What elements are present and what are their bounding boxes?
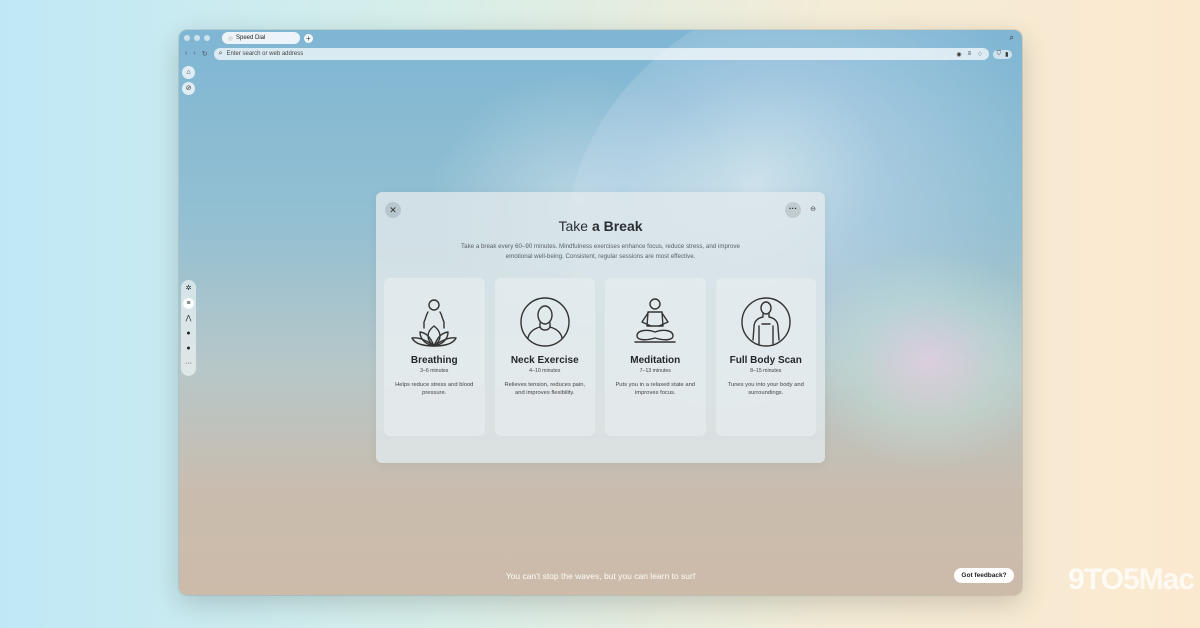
exercise-card-full-body-scan[interactable]: Full Body Scan 8–15 minutes Tunes you in…	[715, 278, 816, 436]
exercise-description: Helps reduce stress and blood pressure.	[395, 382, 474, 396]
close-window-button[interactable]	[184, 35, 190, 41]
compass-icon[interactable]: ⊘	[182, 82, 195, 95]
exercise-duration: 8–15 minutes	[750, 368, 782, 374]
tab-speed-dial[interactable]: Speed Dial	[222, 32, 300, 44]
more-panels-icon[interactable]: ···	[183, 358, 194, 369]
back-icon[interactable]: ‹	[185, 50, 187, 58]
exercise-title: Breathing	[410, 355, 458, 366]
neck-figure-icon	[520, 297, 570, 347]
footer-quote: You can't stop the waves, but you can le…	[505, 571, 696, 581]
shield-icon[interactable]: ⛉	[997, 51, 1002, 58]
take-a-break-panel: ✕ ··· ⊖ Take a Break Take a break every …	[376, 192, 825, 463]
window-controls[interactable]	[184, 35, 210, 41]
lotus-figure-icon	[411, 299, 457, 347]
vivaldi-icon[interactable]: ⋀	[183, 313, 194, 324]
reload-icon[interactable]: ↻	[202, 50, 208, 58]
watermark: 9TO5Mac	[1068, 563, 1195, 596]
bookmark-icon[interactable]: ♢	[977, 51, 982, 58]
more-options-button[interactable]: ···	[785, 202, 801, 218]
browser-window: Speed Dial + ⌕ ‹ › ↻ ⌕ Enter search or w…	[179, 30, 1022, 595]
body-scan-figure-icon	[741, 297, 791, 347]
whatsapp-icon[interactable]: ●	[183, 343, 194, 354]
menu-icon[interactable]: ▮	[1005, 51, 1008, 58]
address-bar-row: ‹ › ↻ ⌕ Enter search or web address ◉ ≡ …	[181, 47, 1020, 61]
exercise-title: Neck Exercise	[510, 355, 579, 366]
extensions-area[interactable]: ⛉ ▮	[992, 49, 1013, 59]
address-field[interactable]: ⌕ Enter search or web address ◉ ≡ ♢	[213, 48, 989, 60]
exercise-duration: 7–13 minutes	[639, 368, 671, 374]
reader-icon[interactable]: ≡	[968, 51, 972, 58]
exercise-card-meditation[interactable]: Meditation 7–13 minutes Puts you in a re…	[605, 278, 706, 436]
settings-sliders-icon[interactable]: ≡	[183, 298, 194, 309]
forward-icon[interactable]: ›	[193, 50, 195, 58]
exercise-title: Meditation	[630, 355, 681, 366]
exercise-description: Tunes you into your body and surrounding…	[727, 382, 804, 396]
exercise-card-breathing[interactable]: Breathing 3–6 minutes Helps reduce stres…	[384, 278, 485, 436]
panel-title: Take a Break	[558, 218, 643, 234]
side-panel: ✲ ≡ ⋀ ● ● ···	[181, 280, 196, 376]
exercise-title: Full Body Scan	[729, 355, 802, 366]
tab-favicon-icon	[228, 35, 233, 41]
exercise-description: Puts you in a relaxed state and improves…	[615, 382, 696, 396]
messenger-icon[interactable]: ●	[183, 328, 194, 339]
exercise-description: Relieves tension, reduces pain, and impr…	[504, 382, 586, 396]
minimize-window-button[interactable]	[194, 35, 200, 41]
panel-subtitle: Take a break every 60–90 minutes. Mindfu…	[461, 243, 740, 260]
address-placeholder: Enter search or web address	[226, 51, 304, 57]
exercise-duration: 4–10 minutes	[529, 368, 561, 374]
titlebar: Speed Dial + ⌕	[179, 30, 1022, 46]
timer-icon[interactable]: ⊖	[807, 204, 819, 216]
home-icon[interactable]: ⌂	[182, 66, 195, 79]
camera-icon[interactable]: ◉	[956, 51, 961, 58]
tab-title: Speed Dial	[236, 35, 266, 41]
sparkle-icon[interactable]: ✲	[183, 283, 194, 294]
zoom-window-button[interactable]	[204, 35, 210, 41]
feedback-button[interactable]: Got feedback?	[954, 568, 1014, 583]
meditation-figure-icon	[634, 298, 676, 343]
tab-search-icon[interactable]: ⌕	[1010, 33, 1014, 43]
exercise-cards: Breathing 3–6 minutes Helps reduce stres…	[384, 278, 816, 436]
close-button[interactable]: ✕	[385, 202, 401, 218]
exercise-duration: 3–6 minutes	[420, 368, 449, 374]
new-tab-button[interactable]: +	[304, 33, 313, 43]
search-icon: ⌕	[218, 50, 223, 57]
exercise-card-neck-exercise[interactable]: Neck Exercise 4–10 minutes Relieves tens…	[494, 278, 595, 436]
